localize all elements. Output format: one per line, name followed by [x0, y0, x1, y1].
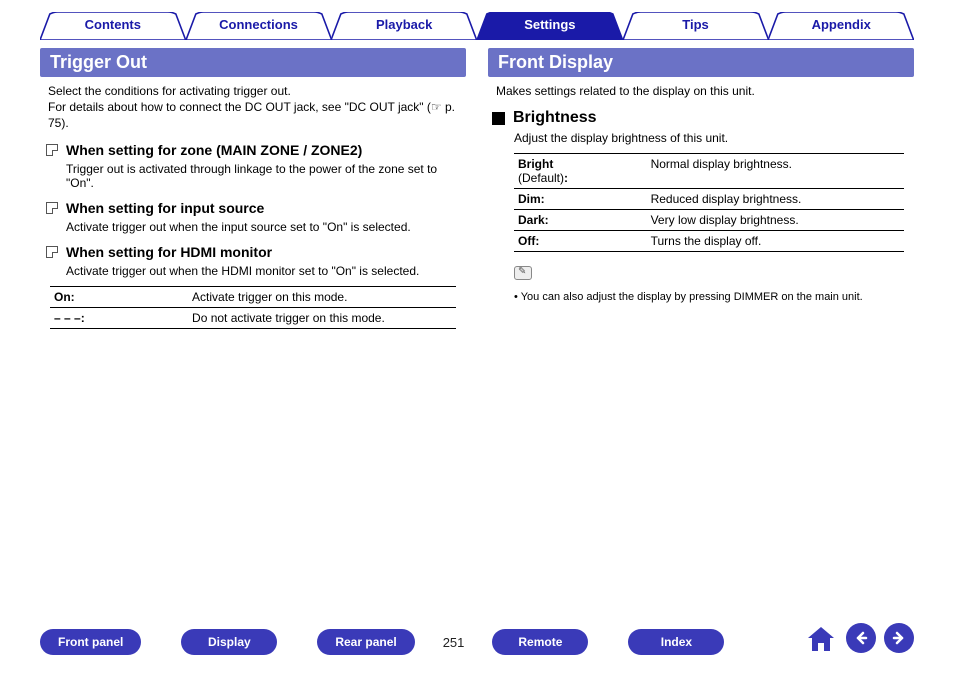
trigger-out-intro: Select the conditions for activating tri…	[48, 83, 458, 132]
table-row: Off: Turns the display off.	[514, 231, 904, 252]
header-front-display: Front Display	[488, 48, 914, 77]
note-icon	[514, 266, 532, 280]
sub-zone-title: When setting for zone (MAIN ZONE / ZONE2…	[66, 142, 362, 158]
tab-settings-label: Settings	[524, 17, 575, 32]
sub-input-title: When setting for input source	[66, 200, 264, 216]
content-area: Trigger Out Select the conditions for ac…	[0, 40, 954, 329]
note-body: You can also adjust the display by press…	[521, 291, 863, 303]
note-text: • You can also adjust the display by pre…	[514, 291, 908, 303]
link-rear-panel[interactable]: Rear panel	[317, 629, 414, 655]
tab-appendix-label: Appendix	[812, 17, 871, 32]
sub-hdmi-desc: Activate trigger out when the HDMI monit…	[66, 264, 460, 278]
tab-settings[interactable]: Settings	[477, 12, 623, 40]
brightness-title: Brightness	[513, 109, 597, 127]
tab-playback[interactable]: Playback	[331, 12, 477, 40]
bright-key: Bright (Default):	[514, 154, 647, 189]
brightness-table: Bright (Default): Normal display brightn…	[514, 153, 904, 252]
sub-brightness: Brightness	[492, 109, 914, 127]
dark-val: Very low display brightness.	[647, 210, 904, 231]
table-row: – – –: Do not activate trigger on this m…	[50, 307, 456, 328]
trigger-intro-line1: Select the conditions for activating tri…	[48, 83, 458, 99]
opt-on-val: Activate trigger on this mode.	[188, 286, 456, 307]
home-button[interactable]	[804, 623, 838, 657]
bright-val: Normal display brightness.	[647, 154, 904, 189]
bullet-icon	[46, 202, 58, 214]
brightness-desc: Adjust the display brightness of this un…	[514, 131, 908, 145]
header-trigger-out: Trigger Out	[40, 48, 466, 77]
link-display[interactable]: Display	[181, 629, 277, 655]
tab-contents[interactable]: Contents	[40, 12, 186, 40]
link-index[interactable]: Index	[628, 629, 724, 655]
sub-hdmi-title: When setting for HDMI monitor	[66, 244, 272, 260]
sub-zone-desc: Trigger out is activated through linkage…	[66, 162, 460, 190]
tab-tips-label: Tips	[682, 17, 709, 32]
dark-key: Dark:	[514, 210, 647, 231]
bright-key-main: Bright	[518, 157, 553, 171]
table-row: Dark: Very low display brightness.	[514, 210, 904, 231]
tab-connections[interactable]: Connections	[186, 12, 332, 40]
next-button[interactable]	[884, 623, 914, 653]
nav-icons	[804, 623, 914, 657]
bottom-bar: Front panel Display Rear panel 251 Remot…	[0, 629, 954, 655]
tab-playback-label: Playback	[376, 17, 432, 32]
table-row: Dim: Reduced display brightness.	[514, 189, 904, 210]
col-front-display: Front Display Makes settings related to …	[488, 48, 914, 329]
square-icon	[492, 112, 505, 125]
sub-input-source: When setting for input source	[46, 200, 466, 216]
opt-off-key: – – –:	[50, 307, 188, 328]
sub-zone: When setting for zone (MAIN ZONE / ZONE2…	[46, 142, 466, 158]
bullet-icon	[46, 144, 58, 156]
opt-off-val: Do not activate trigger on this mode.	[188, 307, 456, 328]
opt-on-key: On:	[50, 286, 188, 307]
tab-connections-label: Connections	[219, 17, 298, 32]
trigger-intro-line2: For details about how to connect the DC …	[48, 99, 458, 131]
note-bullet: •	[514, 291, 518, 303]
sub-input-desc: Activate trigger out when the input sour…	[66, 220, 460, 234]
link-remote[interactable]: Remote	[492, 629, 588, 655]
bullet-icon	[46, 246, 58, 258]
off-val: Turns the display off.	[647, 231, 904, 252]
bright-key-default: (Default)	[518, 171, 564, 185]
tab-appendix[interactable]: Appendix	[768, 12, 914, 40]
bright-key-colon: :	[564, 171, 568, 185]
col-trigger-out: Trigger Out Select the conditions for ac…	[40, 48, 466, 329]
tab-contents-label: Contents	[85, 17, 141, 32]
top-tab-bar: Contents Connections Playback Settings T…	[0, 0, 954, 40]
trigger-options-table: On: Activate trigger on this mode. – – –…	[50, 286, 456, 329]
sub-hdmi-monitor: When setting for HDMI monitor	[46, 244, 466, 260]
link-front-panel[interactable]: Front panel	[40, 629, 141, 655]
dim-key: Dim:	[514, 189, 647, 210]
off-key: Off:	[514, 231, 647, 252]
front-display-intro: Makes settings related to the display on…	[496, 83, 906, 99]
table-row: Bright (Default): Normal display brightn…	[514, 154, 904, 189]
tab-tips[interactable]: Tips	[623, 12, 769, 40]
dim-val: Reduced display brightness.	[647, 189, 904, 210]
prev-button[interactable]	[846, 623, 876, 653]
table-row: On: Activate trigger on this mode.	[50, 286, 456, 307]
page-number: 251	[443, 635, 465, 650]
